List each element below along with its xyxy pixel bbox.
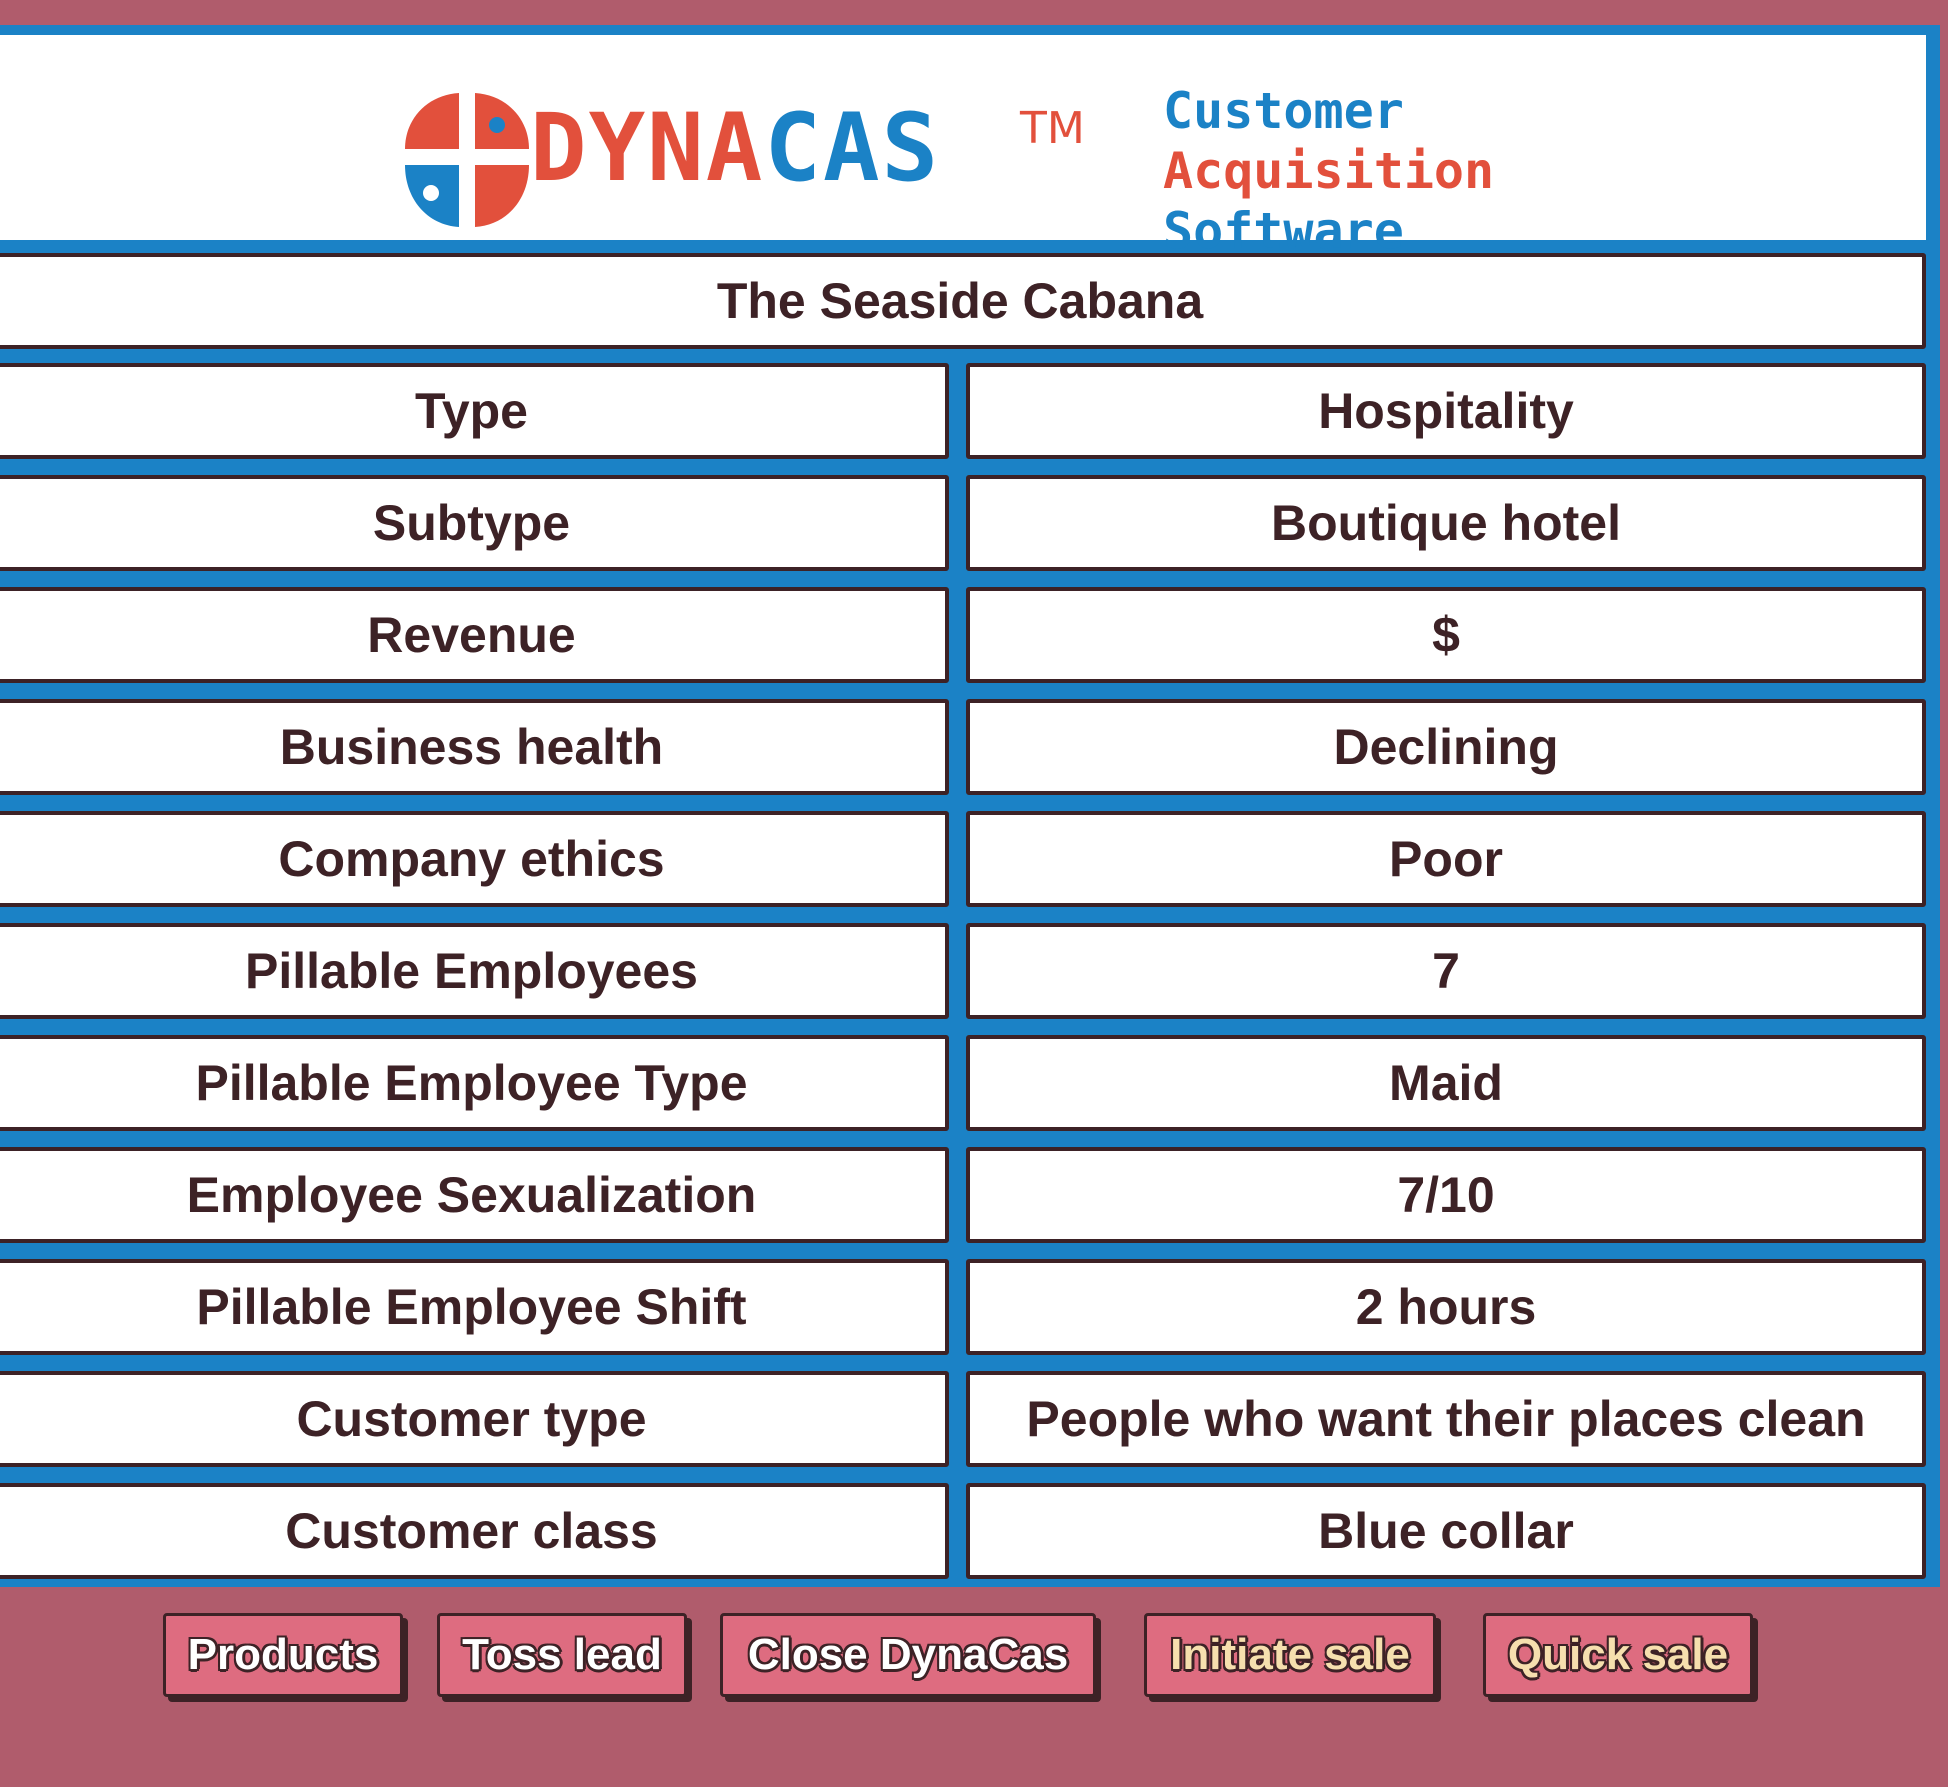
quick-sale-button[interactable]: Quick sale [1483, 1613, 1753, 1697]
row-value: Hospitality [966, 363, 1926, 459]
row-value: Blue collar [966, 1483, 1926, 1579]
tagline-line-3: Software [1163, 202, 1404, 260]
close-dynacas-button[interactable]: Close DynaCas [720, 1613, 1096, 1697]
row-value: 2 hours [966, 1259, 1926, 1355]
row-label: Pillable Employee Type [0, 1035, 949, 1131]
initiate-sale-button[interactable]: Initiate sale [1144, 1613, 1436, 1697]
row-value: Declining [966, 699, 1926, 795]
dynacas-logo-icon [405, 93, 529, 227]
row-label: Employee Sexualization [0, 1147, 949, 1243]
row-label: Customer class [0, 1483, 949, 1579]
row-label: Subtype [0, 475, 949, 571]
tagline-line-1: Customer [1163, 82, 1404, 140]
products-button[interactable]: Products [163, 1613, 403, 1697]
row-label: Pillable Employees [0, 923, 949, 1019]
row-value: People who want their places clean [966, 1371, 1926, 1467]
row-value: Boutique hotel [966, 475, 1926, 571]
row-label: Type [0, 363, 949, 459]
row-label: Business health [0, 699, 949, 795]
tagline-line-2: Acquisition [1163, 142, 1495, 200]
row-value: 7 [966, 923, 1926, 1019]
row-label: Pillable Employee Shift [0, 1259, 949, 1355]
row-label: Customer type [0, 1371, 949, 1467]
row-label: Revenue [0, 587, 949, 683]
toss-lead-button[interactable]: Toss lead [437, 1613, 687, 1697]
tagline: Customer Acquisition Software [1163, 81, 1494, 261]
trademark-symbol: TM [1020, 103, 1085, 154]
row-value: Poor [966, 811, 1926, 907]
row-label: Company ethics [0, 811, 949, 907]
app-panel: DYNACAS TM Customer Acquisition Software… [0, 25, 1940, 1587]
app-header: DYNACAS TM Customer Acquisition Software [0, 35, 1926, 260]
row-value: $ [966, 587, 1926, 683]
row-value: Maid [966, 1035, 1926, 1131]
logo-wordmark: DYNACAS [530, 94, 941, 203]
business-name: The Seaside Cabana [0, 253, 1926, 349]
row-value: 7/10 [966, 1147, 1926, 1243]
action-bar: Products Toss lead Close DynaCas Initiat… [0, 1613, 1948, 1703]
